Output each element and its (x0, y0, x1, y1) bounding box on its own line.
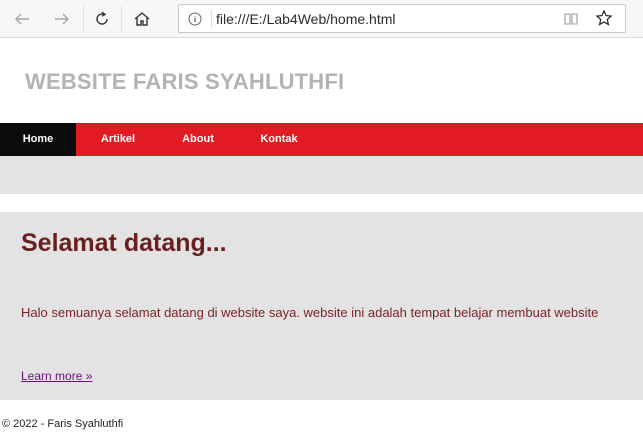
forward-icon (53, 10, 71, 28)
address-bar[interactable]: file:///E:/Lab4Web/home.html (178, 4, 626, 33)
main-nav: Home Artikel About Kontak (0, 123, 643, 156)
nav-artikel[interactable]: Artikel (85, 123, 151, 156)
nav-about[interactable]: About (166, 123, 230, 156)
toolbar-divider (83, 6, 84, 32)
browser-toolbar: file:///E:/Lab4Web/home.html (0, 0, 643, 38)
home-button[interactable] (127, 4, 157, 34)
refresh-icon (93, 10, 111, 28)
forward-button[interactable] (47, 4, 77, 34)
back-button[interactable] (7, 4, 37, 34)
site-title: WEBSITE FARIS SYAHLUTHFI (25, 69, 345, 94)
learn-more-link[interactable]: Learn more » (21, 369, 92, 383)
page-heading: Selamat datang... (21, 229, 227, 257)
home-icon (133, 10, 151, 28)
banner-strip (0, 156, 643, 194)
footer-text: © 2022 - Faris Syahluthfi (2, 418, 124, 430)
info-icon[interactable] (188, 12, 202, 31)
intro-paragraph: Halo semuanya selamat datang di website … (21, 305, 599, 320)
main-content: Selamat datang... Halo semuanya selamat … (0, 212, 643, 400)
url-text[interactable]: file:///E:/Lab4Web/home.html (216, 11, 396, 27)
nav-kontak[interactable]: Kontak (245, 123, 313, 156)
site-header: WEBSITE FARIS SYAHLUTHFI (0, 38, 643, 123)
refresh-button[interactable] (87, 4, 117, 34)
nav-home[interactable]: Home (0, 123, 76, 156)
favorite-star-icon[interactable] (595, 9, 613, 32)
back-icon (13, 10, 31, 28)
address-divider (211, 10, 212, 28)
reading-view-icon[interactable] (563, 11, 579, 32)
toolbar-divider (121, 6, 122, 32)
